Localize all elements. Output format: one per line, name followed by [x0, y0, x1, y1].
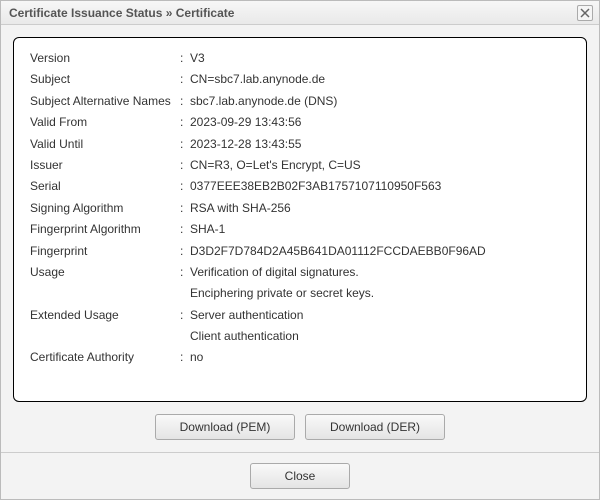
colon: :	[180, 307, 190, 324]
cert-field-value: SHA-1	[190, 221, 570, 238]
cert-field-value: 0377EEE38EB2B02F3AB1757107110950F563	[190, 178, 570, 195]
cert-field-label: Valid From	[30, 114, 180, 131]
cert-field-value: RSA with SHA-256	[190, 200, 570, 217]
colon: :	[180, 243, 190, 260]
window-title: Certificate Issuance Status » Certificat…	[9, 6, 577, 20]
cert-field-row: Client authentication	[30, 326, 570, 347]
colon: :	[180, 264, 190, 281]
cert-field-row: Issuer:CN=R3, O=Let's Encrypt, C=US	[30, 155, 570, 176]
cert-field-label	[30, 328, 180, 345]
cert-field-label: Certificate Authority	[30, 349, 180, 366]
cert-field-row: Signing Algorithm:RSA with SHA-256	[30, 198, 570, 219]
colon: :	[180, 50, 190, 67]
cert-field-row: Usage:Verification of digital signatures…	[30, 262, 570, 283]
download-button-row: Download (PEM) Download (DER)	[13, 414, 587, 440]
cert-field-value: V3	[190, 50, 570, 67]
titlebar: Certificate Issuance Status » Certificat…	[1, 1, 599, 25]
download-der-button[interactable]: Download (DER)	[305, 414, 445, 440]
cert-field-label: Usage	[30, 264, 180, 281]
cert-field-row: Fingerprint:D3D2F7D784D2A45B641DA01112FC…	[30, 241, 570, 262]
cert-field-label: Serial	[30, 178, 180, 195]
cert-field-row: Subject Alternative Names:sbc7.lab.anyno…	[30, 91, 570, 112]
cert-field-label: Signing Algorithm	[30, 200, 180, 217]
colon: :	[180, 178, 190, 195]
cert-field-label: Version	[30, 50, 180, 67]
cert-field-value: no	[190, 349, 570, 366]
cert-field-row: Certificate Authority:no	[30, 347, 570, 368]
cert-field-row: Subject:CN=sbc7.lab.anynode.de	[30, 69, 570, 90]
colon: :	[180, 114, 190, 131]
certificate-details-box: Version:V3Subject:CN=sbc7.lab.anynode.de…	[13, 37, 587, 402]
cert-field-label: Subject Alternative Names	[30, 93, 180, 110]
colon: :	[180, 221, 190, 238]
footer: Close	[1, 452, 599, 499]
cert-field-label: Extended Usage	[30, 307, 180, 324]
cert-field-row: Extended Usage:Server authentication	[30, 305, 570, 326]
colon: :	[180, 93, 190, 110]
cert-field-label	[30, 285, 180, 302]
cert-field-row: Valid Until:2023-12-28 13:43:55	[30, 134, 570, 155]
colon: :	[180, 200, 190, 217]
cert-field-label: Fingerprint Algorithm	[30, 221, 180, 238]
cert-field-label: Fingerprint	[30, 243, 180, 260]
colon	[180, 328, 190, 345]
cert-field-row: Enciphering private or secret keys.	[30, 283, 570, 304]
cert-field-row: Serial:0377EEE38EB2B02F3AB1757107110950F…	[30, 176, 570, 197]
colon: :	[180, 71, 190, 88]
dialog-window: Certificate Issuance Status » Certificat…	[0, 0, 600, 500]
cert-field-value: Verification of digital signatures.	[190, 264, 570, 281]
cert-field-label: Valid Until	[30, 136, 180, 153]
cert-field-label: Subject	[30, 71, 180, 88]
content-area: Version:V3Subject:CN=sbc7.lab.anynode.de…	[1, 25, 599, 452]
cert-field-label: Issuer	[30, 157, 180, 174]
cert-field-value: 2023-12-28 13:43:55	[190, 136, 570, 153]
colon: :	[180, 157, 190, 174]
cert-field-row: Version:V3	[30, 48, 570, 69]
cert-field-value: D3D2F7D784D2A45B641DA01112FCCDAEBB0F96AD	[190, 243, 570, 260]
cert-field-value: CN=sbc7.lab.anynode.de	[190, 71, 570, 88]
close-icon[interactable]	[577, 5, 593, 21]
cert-field-value: Enciphering private or secret keys.	[190, 285, 570, 302]
cert-field-row: Fingerprint Algorithm:SHA-1	[30, 219, 570, 240]
colon	[180, 285, 190, 302]
colon: :	[180, 136, 190, 153]
close-button[interactable]: Close	[250, 463, 350, 489]
cert-field-value: Server authentication	[190, 307, 570, 324]
cert-field-value: CN=R3, O=Let's Encrypt, C=US	[190, 157, 570, 174]
download-pem-button[interactable]: Download (PEM)	[155, 414, 295, 440]
cert-field-value: Client authentication	[190, 328, 570, 345]
cert-field-value: 2023-09-29 13:43:56	[190, 114, 570, 131]
cert-field-value: sbc7.lab.anynode.de (DNS)	[190, 93, 570, 110]
cert-field-row: Valid From:2023-09-29 13:43:56	[30, 112, 570, 133]
colon: :	[180, 349, 190, 366]
